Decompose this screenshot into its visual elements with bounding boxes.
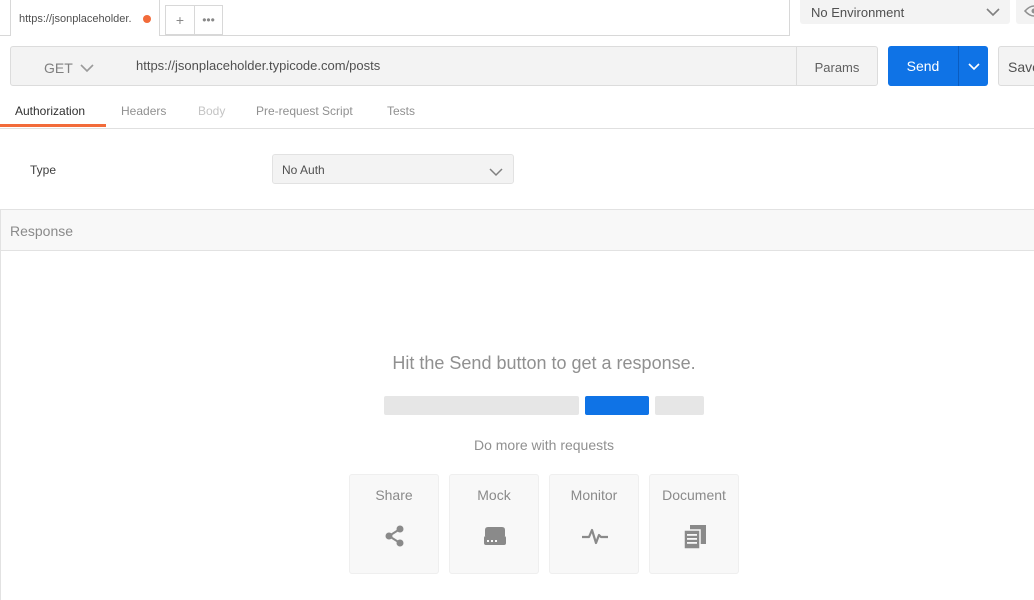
- unsaved-indicator: [143, 15, 151, 23]
- chevron-down-icon: [489, 164, 503, 182]
- do-more-heading: Do more with requests: [473, 437, 615, 453]
- response-title: Response: [10, 223, 74, 239]
- url-field-wrapper: [126, 46, 797, 86]
- params-button[interactable]: Params: [796, 46, 878, 86]
- save-button-label: Save: [1008, 59, 1034, 75]
- tab-authorization[interactable]: Authorization: [15, 104, 85, 118]
- method-select[interactable]: GET: [10, 46, 127, 86]
- response-header: Response: [0, 209, 1034, 251]
- params-button-label: Params: [814, 60, 860, 75]
- tab-body[interactable]: Body: [198, 104, 225, 118]
- document-card[interactable]: Document: [649, 474, 739, 574]
- server-icon: [481, 522, 509, 550]
- active-tab-indicator: [0, 124, 106, 127]
- environment-quick-look-button[interactable]: [1016, 0, 1034, 24]
- send-button-label: Send: [906, 58, 940, 74]
- send-button[interactable]: Send: [888, 46, 958, 86]
- shortcut-illustration-key: [655, 396, 704, 415]
- monitor-card[interactable]: Monitor: [549, 474, 639, 574]
- auth-type-select[interactable]: No Auth: [272, 154, 514, 184]
- environment-select[interactable]: No Environment: [800, 0, 1010, 24]
- chevron-down-icon: [986, 4, 1000, 22]
- send-options-button[interactable]: [958, 46, 988, 86]
- empty-response-hint: Hit the Send button to get a response.: [392, 353, 696, 373]
- environment-select-value: No Environment: [811, 5, 905, 20]
- tab-tests[interactable]: Tests: [387, 104, 415, 118]
- share-icon: [381, 522, 409, 550]
- tab-headers[interactable]: Headers: [121, 104, 166, 118]
- card-label: Mock: [477, 487, 511, 503]
- tab-pre-request-script[interactable]: Pre-request Script: [256, 104, 353, 118]
- url-input[interactable]: [136, 58, 776, 73]
- documents-icon: [681, 522, 709, 550]
- card-label: Share: [375, 487, 413, 503]
- card-label: Monitor: [570, 487, 618, 503]
- auth-type-value: No Auth: [282, 163, 325, 177]
- chevron-down-icon: [80, 60, 94, 78]
- eye-icon: [1023, 4, 1034, 23]
- request-tab-bar: https://jsonplaceholder.typicode.com/pos…: [0, 0, 1034, 36]
- method-value: GET: [44, 60, 73, 76]
- request-tab[interactable]: https://jsonplaceholder.typicode.com/pos…: [10, 0, 160, 36]
- request-tab-title: https://jsonplaceholder.typicode.com/pos…: [19, 13, 131, 25]
- save-button[interactable]: Save: [998, 46, 1034, 86]
- pulse-icon: [581, 522, 609, 550]
- auth-type-label: Type: [30, 163, 57, 177]
- shortcut-illustration-key: [384, 396, 579, 415]
- add-tab-button[interactable]: +: [165, 5, 194, 35]
- chevron-down-icon: [967, 59, 981, 77]
- share-card[interactable]: Share: [349, 474, 439, 574]
- shortcut-illustration-send: [585, 396, 649, 415]
- mock-card[interactable]: Mock: [449, 474, 539, 574]
- more-tabs-button[interactable]: •••: [194, 5, 223, 35]
- card-label: Document: [662, 487, 726, 503]
- request-subtabs: Authorization Headers Body Pre-request S…: [0, 96, 1034, 129]
